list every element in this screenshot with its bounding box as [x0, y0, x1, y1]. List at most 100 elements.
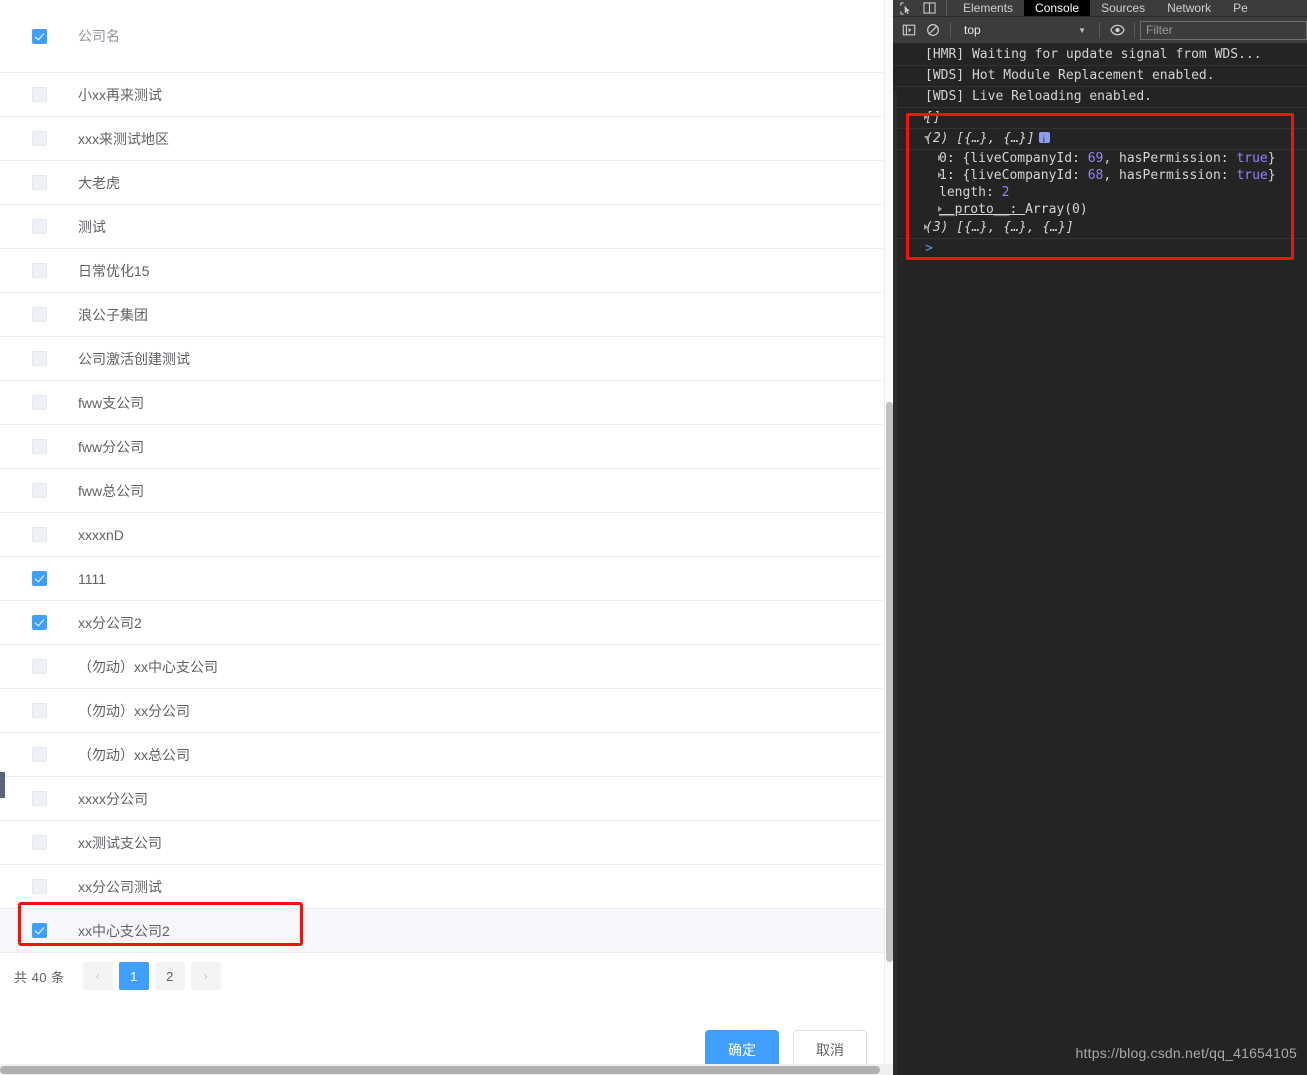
pagination-next-button[interactable]: › [190, 962, 221, 990]
row-checkbox-cell[interactable] [0, 791, 78, 806]
table-row[interactable]: xx分公司测试 [0, 865, 885, 909]
table-row[interactable]: （勿动）xx中心支公司 [0, 645, 885, 689]
table-row[interactable]: fww支公司 [0, 381, 885, 425]
row-checkbox-cell[interactable] [0, 395, 78, 410]
row-checkbox[interactable] [31, 263, 47, 278]
row-checkbox-cell[interactable] [0, 747, 78, 762]
toggle-device-toolbar-icon[interactable] [917, 0, 941, 16]
disclosure-triangle-icon[interactable] [924, 224, 928, 230]
select-all-checkbox-cell[interactable] [0, 28, 78, 44]
table-row[interactable]: xxx来测试地区 [0, 117, 885, 161]
disclosure-triangle-icon[interactable] [938, 172, 942, 178]
table-row[interactable]: 大老虎 [0, 161, 885, 205]
devtools-tab-elements[interactable]: Elements [952, 0, 1024, 16]
table-row[interactable]: 日常优化15 [0, 249, 885, 293]
table-row[interactable]: xxxxnD [0, 513, 885, 557]
row-checkbox[interactable] [31, 615, 47, 630]
devtools-tab-pe[interactable]: Pe [1222, 0, 1259, 16]
table-row[interactable]: 1111 [0, 557, 885, 601]
pagination-page-2[interactable]: 2 [154, 962, 185, 990]
row-checkbox-cell[interactable] [0, 483, 78, 498]
row-checkbox[interactable] [31, 879, 47, 894]
inspect-element-icon[interactable] [893, 0, 917, 16]
table-row[interactable]: fww总公司 [0, 469, 885, 513]
vertical-scrollbar-thumb[interactable] [886, 402, 893, 962]
row-checkbox[interactable] [31, 747, 47, 762]
row-checkbox[interactable] [31, 703, 47, 718]
table-row[interactable]: 公司激活创建测试 [0, 337, 885, 381]
row-checkbox-cell[interactable] [0, 351, 78, 366]
devtools-tab-sources[interactable]: Sources [1090, 0, 1156, 16]
disclosure-triangle-icon[interactable] [938, 206, 942, 212]
disclosure-triangle-open-icon[interactable] [924, 136, 930, 140]
property-plain-value: Array(0) [1025, 202, 1088, 217]
row-checkbox[interactable] [31, 439, 47, 454]
row-checkbox-cell[interactable] [0, 439, 78, 454]
clear-console-icon[interactable] [921, 22, 945, 39]
row-checkbox-cell[interactable] [0, 175, 78, 190]
row-checkbox-cell[interactable] [0, 131, 78, 146]
row-checkbox[interactable] [31, 483, 47, 498]
row-checkbox-cell[interactable] [0, 923, 78, 938]
row-checkbox-cell[interactable] [0, 307, 78, 322]
row-checkbox-cell[interactable] [0, 527, 78, 542]
table-row[interactable]: 测试 [0, 205, 885, 249]
row-checkbox-cell[interactable] [0, 219, 78, 234]
row-checkbox[interactable] [31, 791, 47, 806]
row-checkbox[interactable] [31, 351, 47, 366]
pagination-page-1[interactable]: 1 [118, 962, 149, 990]
table-row[interactable]: 小xx再来测试 [0, 73, 885, 117]
console-output[interactable]: [HMR] Waiting for update signal from WDS… [893, 45, 1307, 1075]
table-row[interactable]: xx分公司2 [0, 601, 885, 645]
table-row[interactable]: fww分公司 [0, 425, 885, 469]
row-checkbox-cell[interactable] [0, 703, 78, 718]
table-row[interactable]: xxxx分公司 [0, 777, 885, 821]
horizontal-scrollbar[interactable] [0, 1064, 893, 1075]
pagination-prev-button[interactable]: ‹ [82, 962, 113, 990]
table-row[interactable]: xx中心支公司2 [0, 909, 885, 953]
console-object-property[interactable]: __proto__: Array(0) [893, 201, 1307, 218]
row-checkbox[interactable] [31, 659, 47, 674]
table-row[interactable]: 浪公子集团 [0, 293, 885, 337]
console-object-line[interactable]: [] [893, 108, 1307, 129]
row-checkbox-cell[interactable] [0, 263, 78, 278]
console-filter-input[interactable] [1140, 20, 1307, 40]
console-object-property[interactable]: 1: {liveCompanyId: 68, hasPermission: tr… [893, 167, 1307, 184]
row-checkbox-cell[interactable] [0, 835, 78, 850]
row-checkbox[interactable] [31, 219, 47, 234]
row-checkbox[interactable] [31, 835, 47, 850]
row-checkbox[interactable] [31, 131, 47, 146]
horizontal-scrollbar-thumb[interactable] [0, 1066, 880, 1074]
row-checkbox[interactable] [31, 175, 47, 190]
console-object-line[interactable]: (3) [{…}, {…}, {…}] [893, 218, 1307, 239]
row-checkbox[interactable] [31, 923, 47, 938]
console-prompt[interactable]: > [893, 239, 1307, 259]
info-badge-icon[interactable] [1038, 131, 1050, 147]
devtools-tab-console[interactable]: Console [1024, 0, 1091, 16]
row-checkbox[interactable] [31, 527, 47, 542]
row-checkbox[interactable] [31, 571, 47, 586]
console-toolbar: top ▼ [893, 17, 1307, 44]
live-expression-eye-icon[interactable] [1105, 22, 1129, 39]
row-checkbox[interactable] [31, 307, 47, 322]
console-object-property[interactable]: length: 2 [893, 184, 1307, 201]
row-checkbox[interactable] [31, 395, 47, 410]
row-checkbox-cell[interactable] [0, 615, 78, 630]
disclosure-triangle-icon[interactable] [924, 114, 928, 120]
select-all-checkbox[interactable] [31, 28, 47, 44]
disclosure-triangle-icon[interactable] [938, 155, 942, 161]
execution-context-select[interactable]: top ▼ [956, 20, 1094, 40]
console-object-line[interactable]: (2) [{…}, {…}] [893, 129, 1307, 150]
console-sidebar-toggle-icon[interactable] [897, 22, 921, 39]
table-row[interactable]: （勿动）xx分公司 [0, 689, 885, 733]
row-checkbox-cell[interactable] [0, 571, 78, 586]
row-checkbox-cell[interactable] [0, 879, 78, 894]
row-checkbox-cell[interactable] [0, 659, 78, 674]
console-object-property[interactable]: 0: {liveCompanyId: 69, hasPermission: tr… [893, 150, 1307, 167]
row-checkbox[interactable] [31, 87, 47, 102]
vertical-scrollbar[interactable] [884, 0, 893, 1064]
table-row[interactable]: xx测试支公司 [0, 821, 885, 865]
devtools-tab-network[interactable]: Network [1156, 0, 1222, 16]
table-row[interactable]: （勿动）xx总公司 [0, 733, 885, 777]
row-checkbox-cell[interactable] [0, 87, 78, 102]
